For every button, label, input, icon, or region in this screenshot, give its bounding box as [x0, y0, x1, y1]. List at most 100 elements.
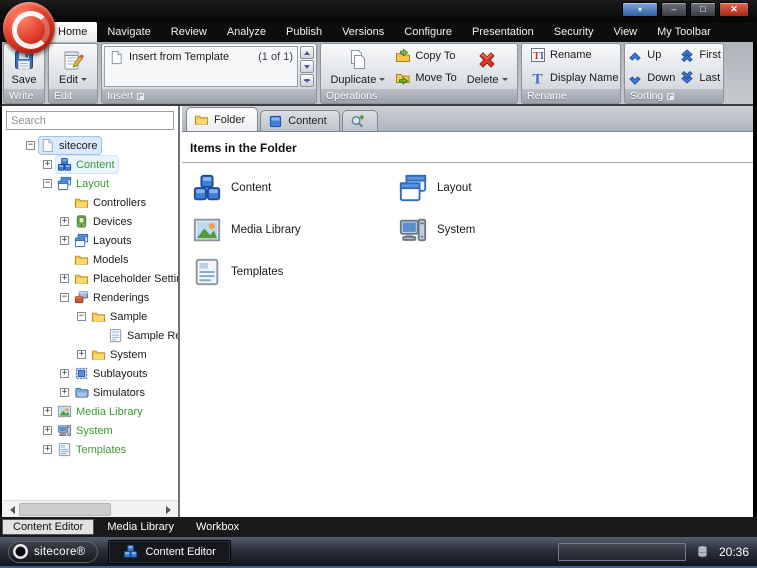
sitecore-start-button[interactable]: sitecore®: [8, 541, 98, 563]
folder-icon: [74, 252, 89, 267]
scroll-left-button[interactable]: [2, 502, 18, 517]
layout-icon: [74, 233, 89, 248]
ribbon-tab-navigate[interactable]: Navigate: [97, 22, 160, 42]
content-tab-search[interactable]: [342, 110, 378, 131]
tree-item-controllers[interactable]: Controllers: [2, 193, 178, 212]
tree-item-media-library[interactable]: +Media Library: [2, 402, 178, 421]
expand-icon[interactable]: +: [60, 236, 69, 245]
system-icon: [57, 423, 72, 438]
ribbon-tab-analyze[interactable]: Analyze: [217, 22, 276, 42]
folder-item-system[interactable]: System: [398, 215, 698, 245]
display-name-button[interactable]: T Display Name: [528, 69, 620, 87]
expand-icon[interactable]: +: [77, 350, 86, 359]
tree-item-layout[interactable]: −Layout: [2, 174, 178, 193]
taskbar-status-box: [558, 543, 686, 561]
folder-item-layout[interactable]: Layout: [398, 173, 698, 203]
dialog-launcher-icon[interactable]: [667, 93, 674, 100]
scroll-up-button[interactable]: [300, 46, 314, 59]
expand-icon[interactable]: +: [60, 274, 69, 283]
close-button[interactable]: ✕: [719, 2, 749, 17]
delete-x-icon: [475, 48, 499, 72]
copy-to-button[interactable]: Copy To: [393, 47, 458, 65]
folder-item-media-library[interactable]: Media Library: [192, 215, 398, 245]
first-button[interactable]: First: [677, 46, 722, 64]
tree-item-sample[interactable]: −Sample: [2, 307, 178, 326]
ribbon-tab-configure[interactable]: Configure: [394, 22, 462, 42]
content-tab-content[interactable]: Content: [260, 110, 340, 131]
minimize-button[interactable]: –: [661, 2, 687, 17]
database-icon[interactable]: [696, 544, 709, 559]
dialog-launcher-icon[interactable]: [137, 93, 144, 100]
tree-item-sample-rendering[interactable]: Sample Rendering: [2, 326, 178, 345]
tree-item-system[interactable]: +System: [2, 345, 178, 364]
dropdown-arrow-icon: [81, 78, 87, 84]
ribbon-tab-view[interactable]: View: [603, 22, 647, 42]
media-icon: [57, 404, 72, 419]
sitecore-logo-icon[interactable]: [3, 2, 55, 54]
delete-button[interactable]: Delete: [463, 46, 512, 88]
ribbon-tab-my-toolbar[interactable]: My Toolbar: [647, 22, 721, 42]
expand-icon[interactable]: +: [60, 217, 69, 226]
scroll-down-button[interactable]: [300, 60, 314, 73]
duplicate-button[interactable]: Duplicate: [326, 46, 389, 88]
collapse-icon[interactable]: −: [43, 179, 52, 188]
ribbon-tab-publish[interactable]: Publish: [276, 22, 332, 42]
group-label-insert: Insert: [102, 89, 316, 103]
ribbon-tab-versions[interactable]: Versions: [332, 22, 394, 42]
tree-horizontal-scrollbar[interactable]: [2, 500, 178, 517]
down-button[interactable]: Down: [625, 69, 677, 87]
tree-item-simulators[interactable]: +Simulators: [2, 383, 178, 402]
content-tab-folder[interactable]: Folder: [186, 107, 258, 131]
tree-item-renderings[interactable]: −Renderings: [2, 288, 178, 307]
device-icon: [74, 214, 89, 229]
layout-icon: [57, 176, 72, 191]
folder-icon: [74, 195, 89, 210]
scrollbar-thumb[interactable]: [19, 503, 111, 516]
expand-icon[interactable]: +: [43, 160, 52, 169]
edit-button[interactable]: Edit: [55, 46, 91, 88]
ribbon-tab-security[interactable]: Security: [544, 22, 604, 42]
expand-icon[interactable]: +: [43, 445, 52, 454]
insert-from-template-button[interactable]: Insert from Template (1 of 1): [104, 46, 298, 87]
scroll-page-down-button[interactable]: [300, 74, 314, 87]
tree-item-layouts[interactable]: +Layouts: [2, 231, 178, 250]
ribbon: Save Write Edit Edit Insert from Templat…: [2, 42, 753, 106]
window-menu-button[interactable]: ▾: [622, 2, 658, 17]
taskbar-app-content-editor[interactable]: Content Editor: [108, 540, 230, 564]
search-input[interactable]: [6, 111, 174, 130]
expand-icon[interactable]: +: [43, 407, 52, 416]
maximize-button[interactable]: □: [690, 2, 716, 17]
app-tab-workbox[interactable]: Workbox: [185, 519, 250, 535]
dropdown-arrow-icon: [502, 78, 508, 84]
folder-icon: [74, 271, 89, 286]
tree-item-models[interactable]: Models: [2, 250, 178, 269]
folder-item-content[interactable]: Content: [192, 173, 398, 203]
expand-icon[interactable]: +: [60, 388, 69, 397]
collapse-icon[interactable]: −: [26, 141, 35, 150]
ribbon-tab-bar: HomeNavigateReviewAnalyzePublishVersions…: [0, 22, 757, 42]
expand-icon[interactable]: +: [60, 369, 69, 378]
tree-item-templates[interactable]: +Templates: [2, 440, 178, 459]
folder-item-templates[interactable]: Templates: [192, 257, 398, 287]
collapse-icon[interactable]: −: [77, 312, 86, 321]
tree-item-sublayouts[interactable]: +Sublayouts: [2, 364, 178, 383]
last-button[interactable]: Last: [677, 69, 722, 87]
group-label-write: Write: [4, 89, 44, 103]
app-tab-content-editor[interactable]: Content Editor: [2, 519, 94, 535]
expand-icon[interactable]: +: [43, 426, 52, 435]
up-button[interactable]: Up: [625, 46, 677, 64]
tree-item-sitecore[interactable]: −sitecore: [2, 136, 178, 155]
tree-item-devices[interactable]: +Devices: [2, 212, 178, 231]
tree-item-system[interactable]: +System: [2, 421, 178, 440]
app-tab-media-library[interactable]: Media Library: [96, 519, 185, 535]
ribbon-tab-review[interactable]: Review: [161, 22, 217, 42]
scroll-right-button[interactable]: [162, 502, 178, 517]
collapse-icon[interactable]: −: [60, 293, 69, 302]
rename-button[interactable]: TI Rename: [528, 46, 594, 64]
tree-item-content[interactable]: +Content: [2, 155, 178, 174]
move-to-button[interactable]: Move To: [393, 69, 458, 87]
sitecore-wordmark: sitecore®: [34, 546, 85, 558]
tree-item-placeholder-settings[interactable]: +Placeholder Settings: [2, 269, 178, 288]
ribbon-tab-home[interactable]: Home: [48, 22, 97, 42]
ribbon-tab-presentation[interactable]: Presentation: [462, 22, 544, 42]
